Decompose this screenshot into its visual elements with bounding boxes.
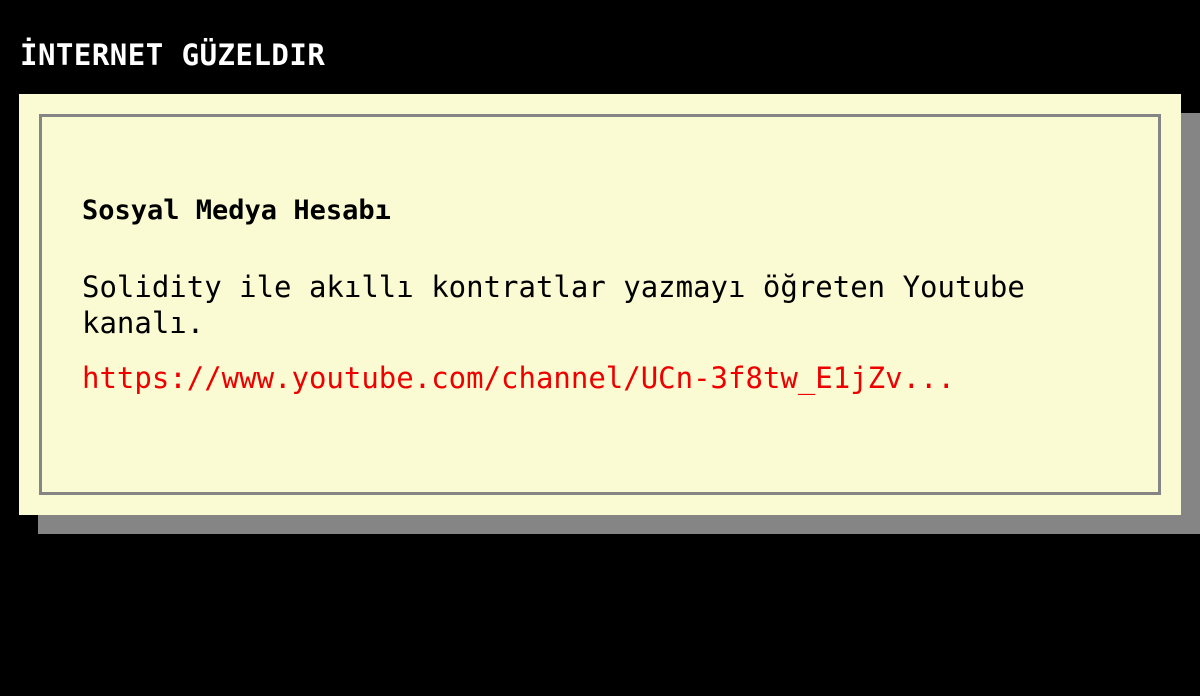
card-description: Solidity ile akıllı kontratlar yazmayı ö… bbox=[82, 270, 1025, 340]
card-border: Sosyal Medya Hesabı Solidity ile akıllı … bbox=[39, 114, 1161, 495]
youtube-channel-link[interactable]: https://www.youtube.com/channel/UCn-3f8t… bbox=[82, 360, 955, 396]
social-media-card: Sosyal Medya Hesabı Solidity ile akıllı … bbox=[19, 94, 1181, 515]
card-title: Sosyal Medya Hesabı bbox=[82, 195, 391, 226]
site-title: İNTERNET GÜZELDIR bbox=[20, 38, 326, 72]
